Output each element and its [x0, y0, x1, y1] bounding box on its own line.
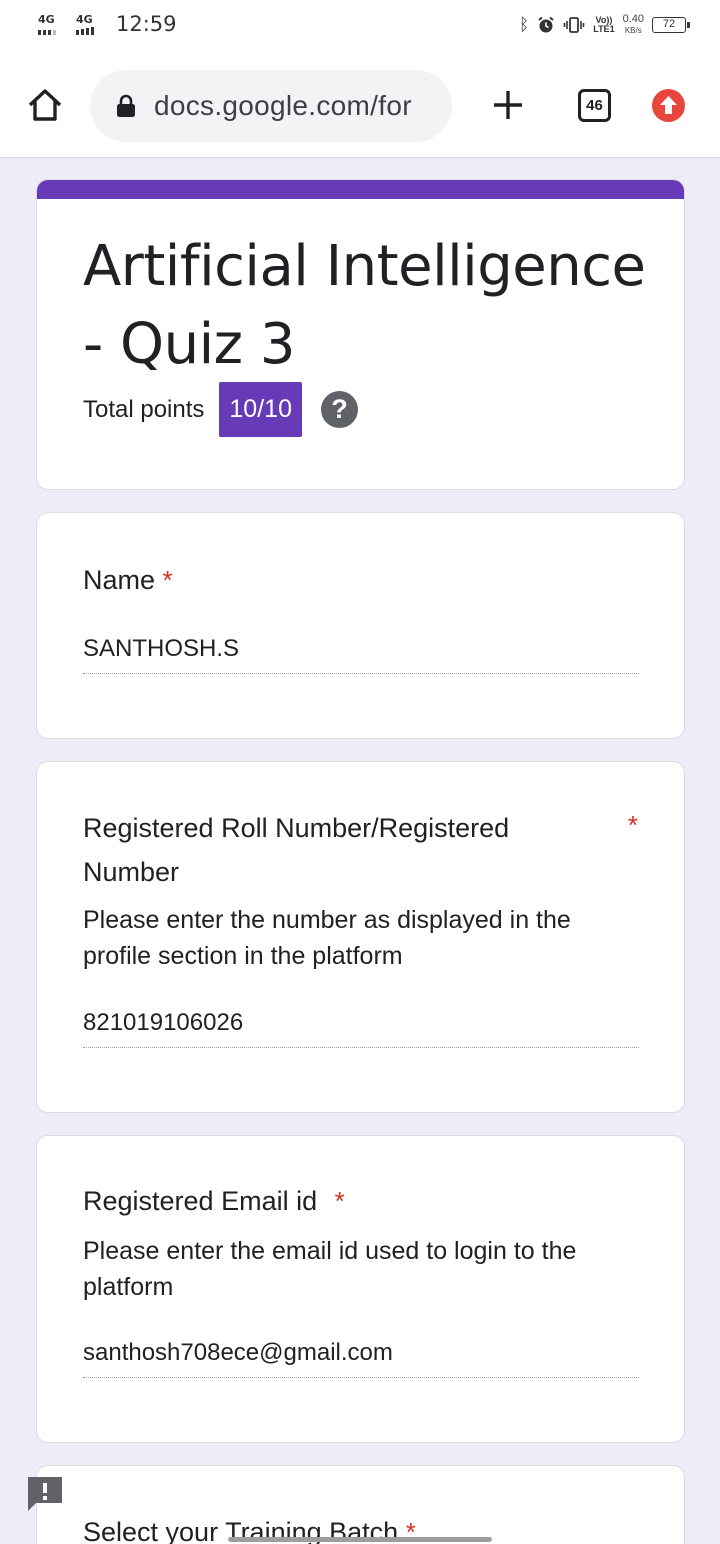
help-icon[interactable]: ?	[320, 391, 358, 428]
home-icon[interactable]	[26, 86, 64, 124]
alarm-icon	[538, 16, 554, 33]
browser-toolbar: docs.google.com/for 46	[0, 52, 720, 158]
volte-indicator: Vo)) LTE1	[593, 15, 615, 34]
question-label: Registered Roll Number/Registered Number	[83, 813, 510, 887]
question-card-roll-number: Registered Roll Number/Registered Number…	[36, 761, 685, 1113]
url-text: docs.google.com/for	[154, 90, 412, 121]
required-marker: *	[162, 565, 173, 595]
score-row: Total points 10/10 ?	[83, 382, 358, 437]
answer-text: santhosh708ece@gmail.com	[83, 1339, 639, 1378]
question-description: Please enter the number as displayed in …	[83, 906, 571, 970]
question-card-training-batch: Select your Training Batch *	[36, 1465, 685, 1544]
question-card-name: Name * SANTHOSH.S	[36, 512, 685, 739]
header-accent-bar	[37, 180, 684, 199]
address-bar[interactable]: docs.google.com/for	[90, 70, 452, 142]
form-title: Artificial Intelligence - Quiz 3	[83, 234, 646, 377]
network-speed: 0.40 KB/s	[622, 13, 644, 36]
plus-icon[interactable]	[492, 89, 524, 121]
question-label: Name	[83, 565, 156, 595]
tab-count-button[interactable]: 46	[578, 89, 611, 122]
question-title: Name *	[83, 558, 173, 602]
question-title: Registered Email id *	[83, 1179, 345, 1223]
signal-sim1-icon: 4G	[36, 13, 66, 35]
answer-text: SANTHOSH.S	[83, 635, 639, 674]
required-marker: *	[334, 1186, 345, 1216]
feedback-icon[interactable]	[26, 1475, 64, 1513]
battery-level: 72	[662, 18, 676, 30]
status-bar: 4G 4G 12:59 ᛒ Vo)) LTE1 0.40 KB/s 72	[0, 0, 720, 52]
question-card-email: Registered Email id * Please enter the e…	[36, 1135, 685, 1443]
required-marker: *	[627, 810, 638, 840]
question-description: Please enter the email id used to login …	[83, 1237, 577, 1301]
answer-text: 821019106026	[83, 1009, 639, 1048]
clock: 12:59	[116, 12, 177, 36]
question-label: Registered Email id	[83, 1186, 318, 1216]
lock-icon	[117, 94, 135, 117]
bluetooth-icon: ᛒ	[519, 15, 530, 35]
form-header-card: Artificial Intelligence - Quiz 3 Total p…	[36, 179, 685, 490]
update-icon[interactable]	[652, 89, 685, 122]
battery-icon: 72	[652, 17, 690, 33]
score-badge: 10/10	[219, 382, 302, 437]
points-label: Total points	[83, 395, 205, 423]
signal-sim2-icon: 4G	[74, 13, 104, 35]
gesture-bar[interactable]	[228, 1537, 492, 1542]
vibrate-icon	[563, 17, 585, 33]
